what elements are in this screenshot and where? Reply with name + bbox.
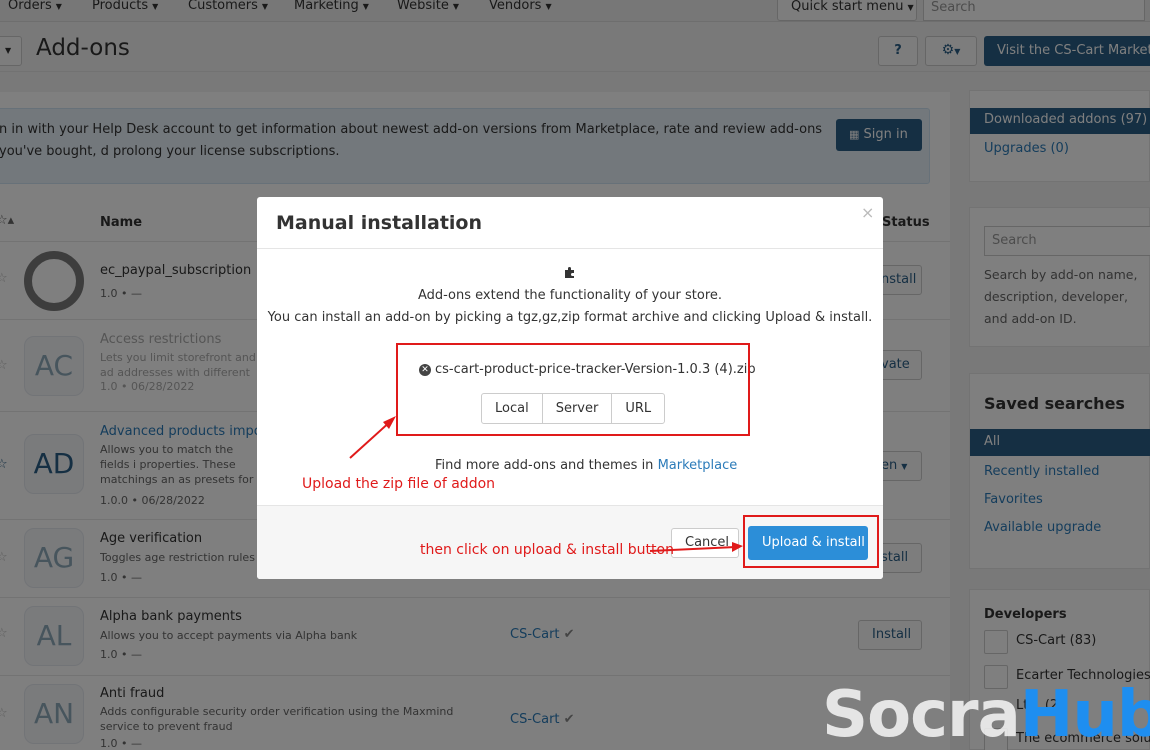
arrow-line	[349, 419, 393, 459]
watermark-part1: Socra	[822, 678, 1021, 750]
watermark-part2: Hub	[1019, 678, 1150, 750]
upload-annotation: Upload the zip file of addon	[302, 476, 496, 492]
click-annotation: then click on upload & install button	[420, 542, 674, 558]
annotation-arrows	[349, 416, 743, 552]
watermark-logo: SocraHub	[822, 680, 1150, 750]
arrow-head	[732, 542, 743, 552]
